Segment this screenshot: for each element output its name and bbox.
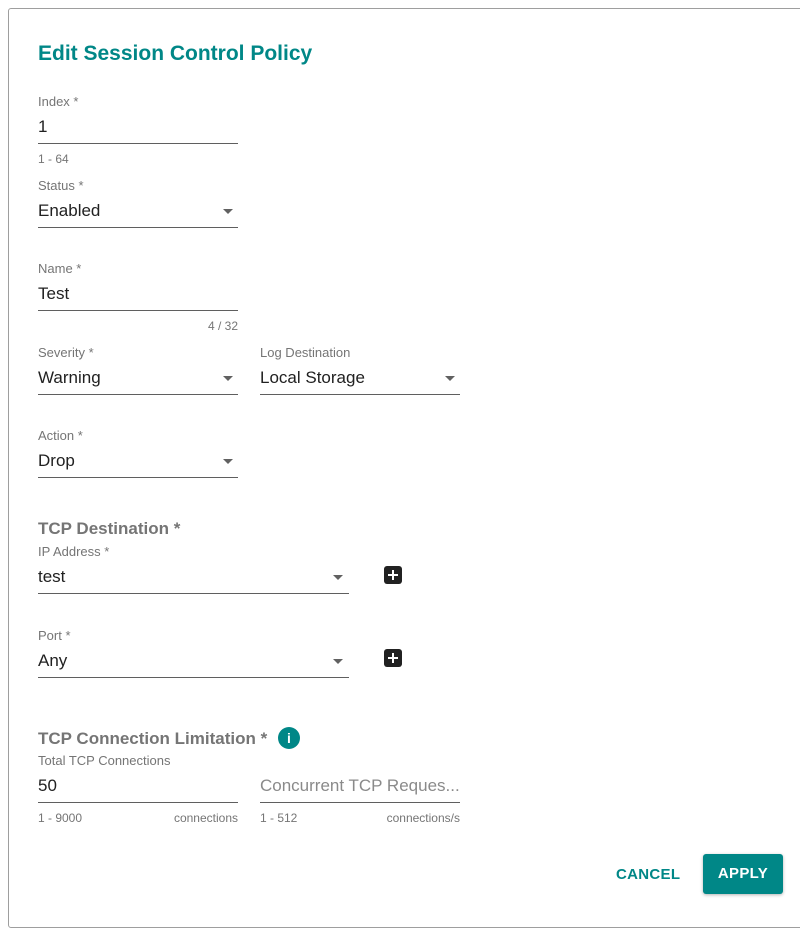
chevron-down-icon — [333, 575, 343, 580]
tcp-destination-heading: TCP Destination * — [38, 519, 181, 538]
concurrent-requests-underline — [260, 802, 460, 803]
add-ip-address-button[interactable] — [384, 566, 402, 584]
log-destination-value: Local Storage — [260, 368, 365, 387]
port-label: Port * — [38, 628, 71, 643]
info-icon[interactable]: i — [278, 727, 300, 749]
cancel-button[interactable]: CANCEL — [616, 866, 680, 883]
status-select[interactable]: Enabled — [38, 198, 238, 227]
total-connections-input[interactable]: 50 — [38, 776, 57, 796]
concurrent-requests-input[interactable]: Concurrent TCP Reques... — [260, 776, 460, 796]
action-value: Drop — [38, 451, 75, 470]
port-underline — [38, 677, 349, 678]
ip-address-label: IP Address * — [38, 544, 110, 559]
status-label: Status * — [38, 178, 84, 193]
status-value: Enabled — [38, 201, 101, 220]
index-input[interactable]: 1 — [38, 117, 47, 137]
total-connections-underline — [38, 802, 238, 803]
chevron-down-icon — [223, 459, 233, 464]
ip-address-select[interactable]: test — [38, 564, 349, 593]
severity-value: Warning — [38, 368, 101, 387]
apply-button[interactable]: APPLY — [703, 854, 783, 894]
chevron-down-icon — [445, 376, 455, 381]
index-hint: 1 - 64 — [38, 152, 69, 166]
log-destination-label: Log Destination — [260, 345, 351, 360]
log-destination-underline — [260, 394, 460, 395]
concurrent-requests-hint: 1 - 512 — [260, 811, 298, 825]
total-connections-unit: connections — [173, 811, 238, 825]
dialog-title: Edit Session Control Policy — [38, 42, 313, 65]
index-underline — [38, 143, 238, 144]
concurrent-requests-unit: connections/s — [386, 811, 460, 825]
severity-underline — [38, 394, 238, 395]
name-input[interactable]: Test — [38, 284, 69, 304]
log-destination-select[interactable]: Local Storage — [260, 365, 460, 394]
port-select[interactable]: Any — [38, 648, 349, 677]
severity-label: Severity * — [38, 345, 94, 360]
chevron-down-icon — [223, 376, 233, 381]
add-port-button[interactable] — [384, 649, 402, 667]
severity-select[interactable]: Warning — [38, 365, 238, 394]
status-underline — [38, 227, 238, 228]
name-label: Name * — [38, 261, 82, 276]
action-underline — [38, 477, 238, 478]
name-counter: 4 / 32 — [207, 319, 238, 333]
action-select[interactable]: Drop — [38, 448, 238, 477]
ip-address-underline — [38, 593, 349, 594]
tcp-limitation-heading: TCP Connection Limitation * — [38, 729, 268, 748]
total-connections-label: Total TCP Connections — [38, 753, 171, 768]
port-value: Any — [38, 651, 68, 670]
chevron-down-icon — [223, 209, 233, 214]
action-label: Action * — [38, 428, 83, 443]
ip-address-value: test — [38, 567, 66, 586]
name-underline — [38, 310, 238, 311]
total-connections-hint: 1 - 9000 — [38, 811, 83, 825]
chevron-down-icon — [333, 659, 343, 664]
index-label: Index * — [38, 94, 79, 109]
